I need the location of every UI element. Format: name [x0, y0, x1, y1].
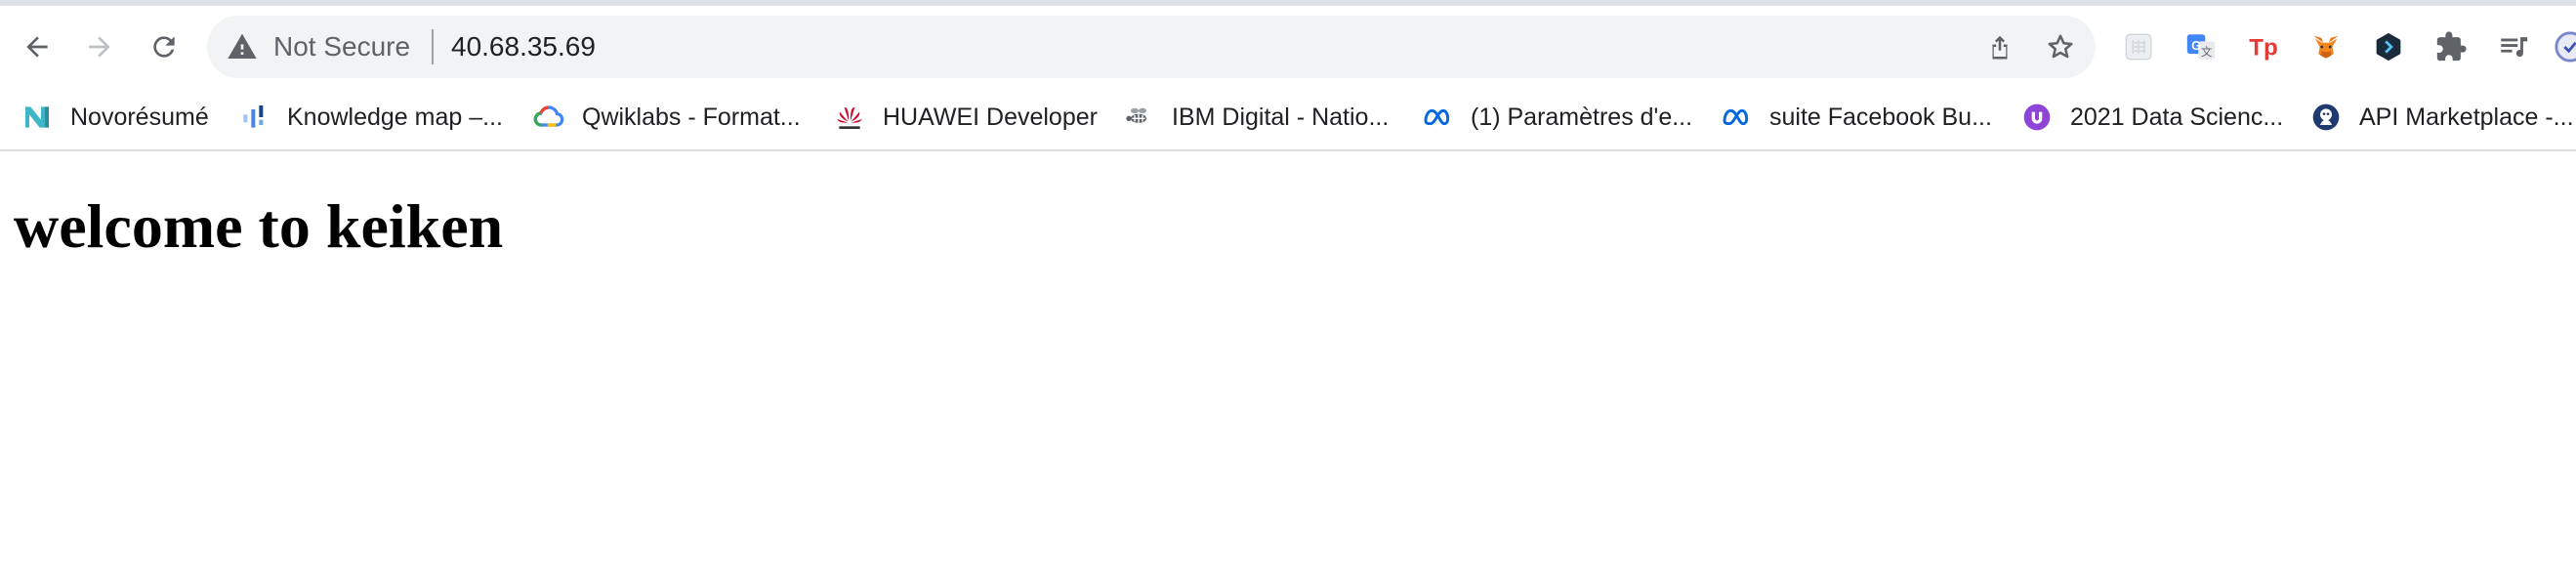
page-heading: welcome to keiken: [14, 191, 504, 261]
reload-button[interactable]: [143, 25, 186, 68]
toolbar-divider: [0, 149, 2576, 151]
novoresume-icon: [21, 102, 53, 133]
arrow-right-icon: [89, 36, 110, 58]
metamask-fox-icon[interactable]: [2308, 29, 2344, 64]
knowledge-map-icon: [238, 102, 270, 133]
hexagon-extension-icon[interactable]: [2371, 29, 2406, 64]
bookmark-ibm-digital[interactable]: IBM Digital - Natio...: [1123, 98, 1389, 137]
share-icon: [1992, 35, 2008, 60]
profile-avatar-icon[interactable]: [2553, 29, 2576, 64]
browser-toolbar: Not Secure 40.68.35.69 G文 Tp: [0, 6, 2576, 86]
address-bar[interactable]: Not Secure 40.68.35.69: [207, 16, 2096, 78]
bookmark-facebook-business[interactable]: suite Facebook Bu...: [1721, 98, 1992, 137]
share-button[interactable]: [1980, 27, 2019, 66]
url-text[interactable]: 40.68.35.69: [451, 29, 596, 64]
bookmark-huawei[interactable]: HUAWEI Developer: [834, 98, 1098, 137]
data-science-icon: [2021, 102, 2053, 133]
bookmarks-bar: Novorésumé Knowledge map –... Qwiklabs -…: [0, 86, 2576, 148]
meta-icon: [1721, 102, 1752, 133]
meta-icon: [1422, 102, 1453, 133]
reload-icon: [153, 36, 175, 58]
bookmark-label: API Marketplace -...: [2359, 104, 2574, 131]
media-queue-icon[interactable]: [2496, 29, 2531, 64]
bookmark-label: (1) Paramètres d'e...: [1471, 104, 1693, 131]
warning-triangle-icon[interactable]: [227, 31, 258, 62]
bookmark-label: IBM Digital - Natio...: [1172, 104, 1390, 131]
back-button[interactable]: [16, 25, 59, 68]
svg-text:文: 文: [2201, 45, 2212, 59]
forward-button[interactable]: [78, 25, 121, 68]
puzzle-extensions-icon[interactable]: [2433, 29, 2469, 64]
bookmark-star-button[interactable]: [2041, 27, 2080, 66]
browser-chrome: Not Secure 40.68.35.69 G文 Tp Novorésumé …: [0, 0, 2576, 151]
star-icon: [2048, 34, 2073, 59]
bookmark-parametres[interactable]: (1) Paramètres d'e...: [1422, 98, 1692, 137]
security-status-label[interactable]: Not Secure: [273, 29, 410, 64]
google-cloud-icon: [533, 102, 564, 133]
bookmark-api-marketplace[interactable]: API Marketplace -...: [2310, 98, 2574, 137]
bookmark-data-science[interactable]: 2021 Data Scienc...: [2021, 98, 2283, 137]
api-marketplace-icon: [2310, 102, 2342, 133]
bookmark-label: Qwiklabs - Format...: [582, 104, 801, 131]
huawei-icon: [834, 102, 865, 133]
tp-extension-icon[interactable]: Tp: [2246, 29, 2281, 64]
bookmark-label: 2021 Data Scienc...: [2070, 104, 2284, 131]
ibm-bee-icon: [1123, 102, 1154, 133]
bookmark-label: Novorésumé: [70, 104, 209, 131]
bookmark-label: Knowledge map –...: [287, 104, 503, 131]
svg-text:Tp: Tp: [2249, 35, 2277, 62]
arrow-left-icon: [26, 36, 48, 58]
grid-extension-icon[interactable]: [2121, 29, 2156, 64]
bookmark-knowledge-map[interactable]: Knowledge map –...: [238, 98, 503, 137]
svg-text:G: G: [2191, 38, 2201, 53]
google-translate-icon[interactable]: G文: [2183, 29, 2219, 64]
address-separator: [432, 29, 434, 64]
bookmark-label: suite Facebook Bu...: [1769, 104, 1992, 131]
bookmark-qwiklabs[interactable]: Qwiklabs - Format...: [533, 98, 801, 137]
bookmark-novoresume[interactable]: Novorésumé: [21, 98, 209, 137]
bookmark-label: HUAWEI Developer: [883, 104, 1098, 131]
